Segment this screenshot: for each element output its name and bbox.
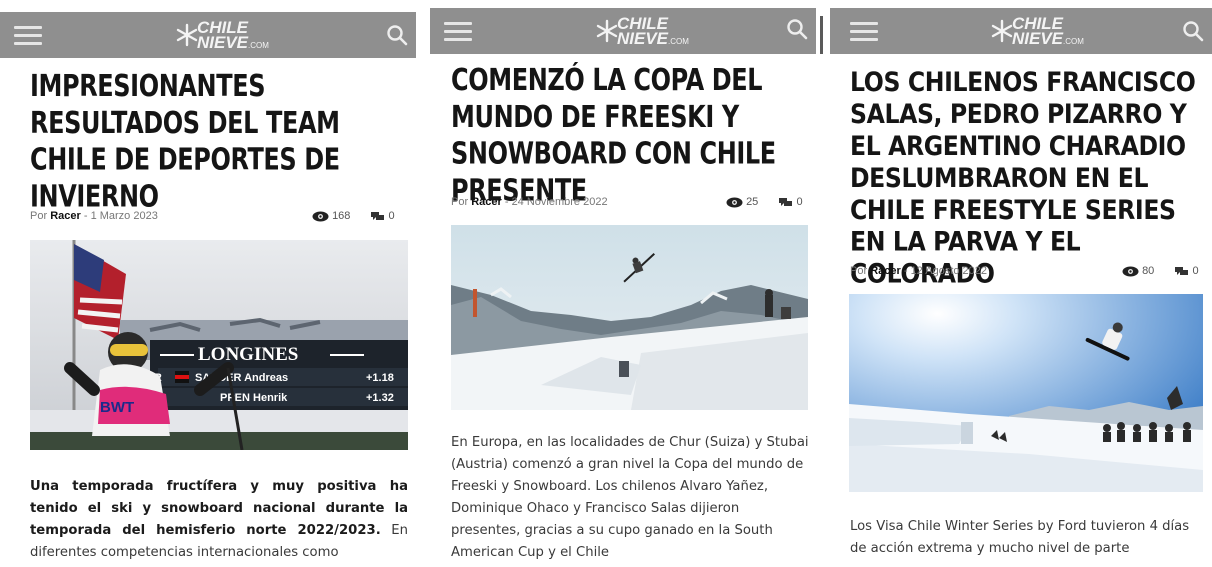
row1-time: +1.18 — [366, 372, 394, 384]
window-divider — [820, 16, 823, 54]
comment-icon — [779, 197, 793, 206]
search-icon[interactable] — [386, 24, 408, 46]
article-date: 1 Marzo 2023 — [90, 210, 158, 222]
eye-icon — [1122, 266, 1139, 277]
logo-suffix: .COM — [248, 41, 269, 50]
site-header: CHILE NIEVE.COM — [0, 12, 416, 58]
author-link[interactable]: Racer — [471, 196, 502, 208]
article-stats: 80 0 — [1122, 265, 1199, 277]
view-count: 25 — [746, 196, 759, 208]
site-logo[interactable]: CHILE NIEVE.COM — [595, 13, 689, 49]
byline-prefix: Por — [850, 265, 868, 277]
byline-prefix: Por — [30, 210, 48, 222]
logo-line2: NIEVE — [1012, 29, 1064, 48]
site-logo[interactable]: CHILE NIEVE.COM — [990, 13, 1084, 49]
logo-line2: NIEVE — [197, 33, 249, 52]
snowflake-logo-icon — [991, 19, 1013, 43]
eye-icon — [726, 197, 743, 208]
article-image[interactable] — [451, 225, 808, 410]
search-icon[interactable] — [786, 18, 808, 40]
eye-icon — [312, 211, 329, 222]
excerpt-lead: Una temporada fructífera y muy positiva … — [30, 479, 408, 538]
article-date: 24 Noviembre 2022 — [511, 196, 608, 208]
article-panel-3: CHILE NIEVE.COM LOS CHILENOS FRANCISCO S… — [830, 0, 1212, 567]
snowflake-logo-icon — [176, 23, 198, 47]
comment-icon — [1175, 266, 1189, 275]
menu-icon[interactable] — [444, 22, 472, 41]
article-byline: Por Racer - 12 Agosto 2022 — [850, 265, 988, 277]
author-link[interactable]: Racer — [50, 210, 81, 222]
freeski-photo — [451, 225, 808, 410]
menu-icon[interactable] — [850, 22, 878, 41]
comment-icon — [371, 211, 385, 220]
article-byline: Por Racer - 1 Marzo 2023 — [30, 210, 158, 222]
view-count: 168 — [332, 210, 351, 222]
article-stats: 168 0 — [312, 210, 395, 222]
article-panel-2: CHILE NIEVE.COM COMENZÓ LA COPA DEL MUND… — [430, 0, 826, 567]
logo-line2: NIEVE — [617, 29, 669, 48]
comment-count[interactable]: 0 — [1192, 265, 1198, 277]
skier-photo: LONGINES GER SANDER Andreas +1.18 PPEN H… — [30, 240, 408, 450]
logo-suffix: .COM — [1063, 37, 1084, 46]
site-logo[interactable]: CHILE NIEVE.COM — [175, 17, 269, 53]
snowflake-logo-icon — [596, 19, 618, 43]
article-excerpt: Los Visa Chile Winter Series by Ford tuv… — [850, 519, 1190, 556]
article-title[interactable]: IMPRESIONANTES RESULTADOS DEL TEAM CHILE… — [30, 68, 370, 215]
comment-count[interactable]: 0 — [796, 196, 802, 208]
article-title[interactable]: LOS CHILENOS FRANCISCO SALAS, PEDRO PIZA… — [850, 66, 1212, 289]
article-image[interactable]: LONGINES GER SANDER Andreas +1.18 PPEN H… — [30, 240, 408, 450]
article-excerpt: Una temporada fructífera y muy positiva … — [30, 476, 408, 564]
snowpark-photo — [849, 294, 1203, 492]
article-panel-1: CHILE NIEVE.COM IMPRESIONANTES RESULTADO… — [0, 0, 416, 567]
byline-prefix: Por — [451, 196, 469, 208]
site-header: CHILE NIEVE.COM — [830, 8, 1212, 54]
menu-icon[interactable] — [14, 26, 42, 45]
article-excerpt: En Europa, en las localidades de Chur (S… — [451, 435, 809, 560]
row2-name: PPEN Henrik — [220, 392, 288, 404]
bib-text: BWT — [100, 399, 134, 416]
article-byline: Por Racer - 24 Noviembre 2022 — [451, 196, 608, 208]
article-stats: 25 0 — [726, 196, 803, 208]
row2-time: +1.32 — [366, 392, 394, 404]
article-title[interactable]: COMENZÓ LA COPA DEL MUNDO DE FREESKI Y S… — [451, 62, 791, 209]
site-header: CHILE NIEVE.COM — [430, 8, 816, 54]
comment-count[interactable]: 0 — [389, 210, 395, 222]
article-date: 12 Agosto 2022 — [910, 265, 988, 277]
logo-suffix: .COM — [668, 37, 689, 46]
author-link[interactable]: Racer — [870, 265, 901, 277]
search-icon[interactable] — [1182, 20, 1204, 42]
view-count: 80 — [1142, 265, 1155, 277]
article-image[interactable] — [849, 294, 1203, 492]
banner-text: LONGINES — [198, 344, 298, 365]
